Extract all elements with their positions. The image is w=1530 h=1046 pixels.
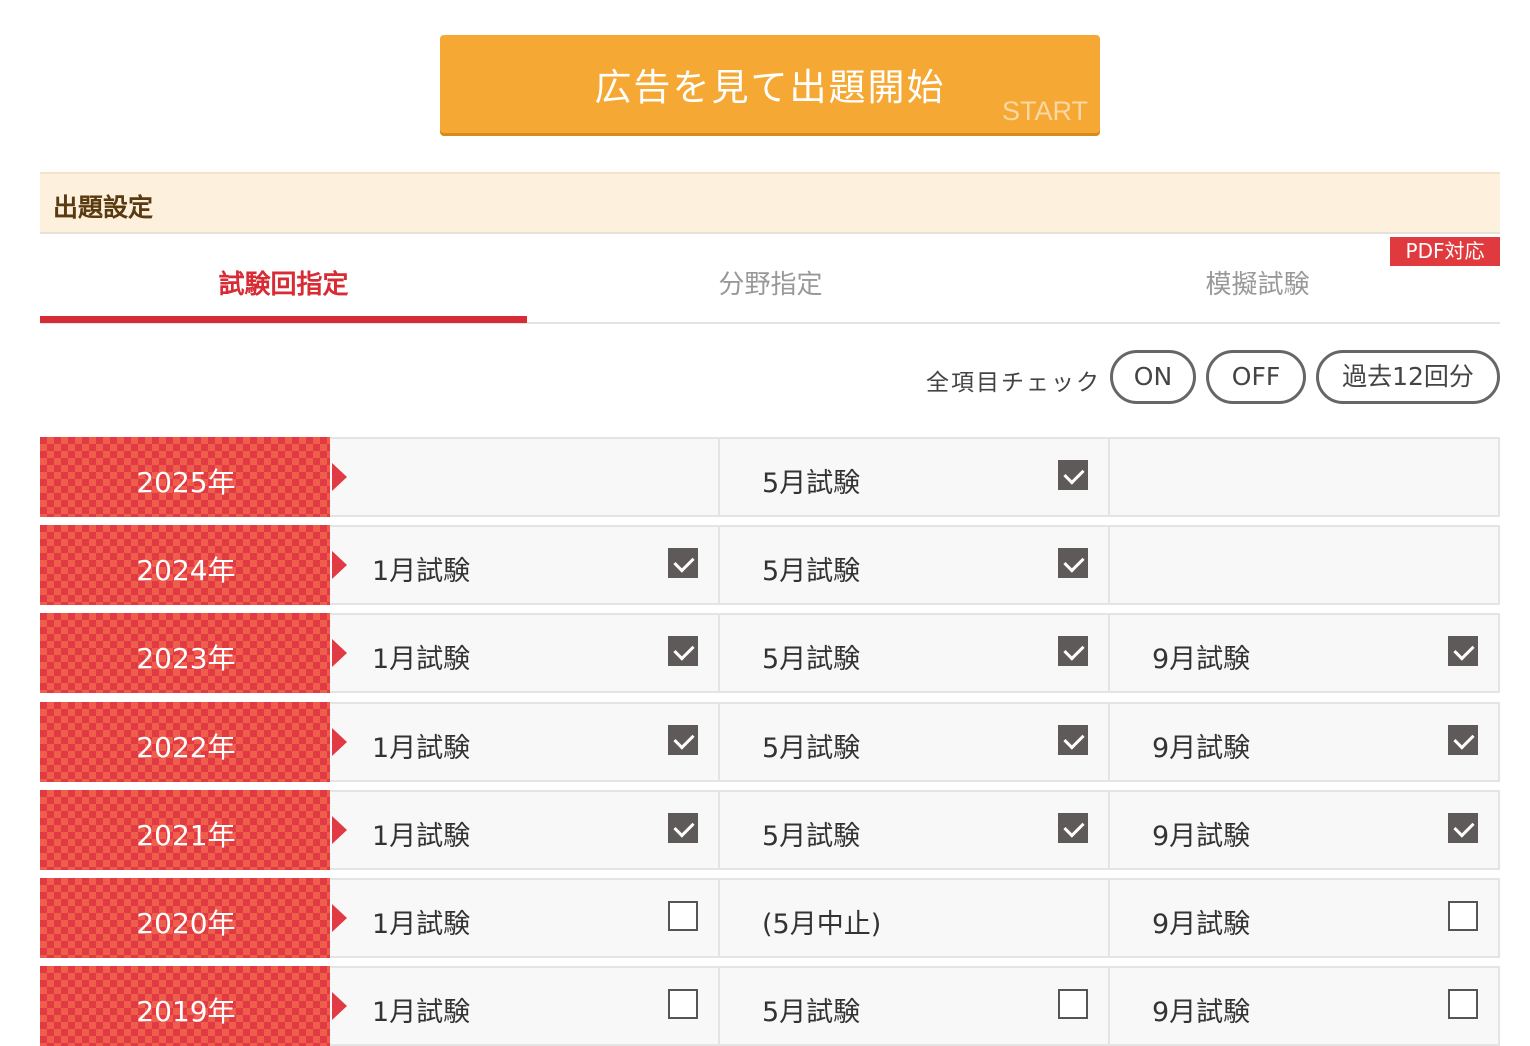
exam-cell: (5月中止)	[718, 878, 1110, 958]
exam-label: 5月試験	[762, 556, 861, 587]
check-all-label: 全項目チェック	[926, 370, 1101, 396]
exam-cell[interactable]: 5月試験	[718, 702, 1110, 782]
year-label: 2020年	[136, 907, 236, 940]
exam-label: 1月試験	[372, 733, 471, 764]
exam-cell[interactable]: 9月試験	[1108, 702, 1500, 782]
year-label-box: 2023年	[40, 613, 332, 693]
exam-cell[interactable]: 9月試験	[1108, 878, 1500, 958]
tab-exam-session-label: 試験回指定	[218, 270, 349, 300]
exam-label: 5月試験	[762, 733, 861, 764]
exam-row: 2021年 1月試験 5月試験 9月試験	[40, 790, 1500, 870]
exam-label: 1月試験	[372, 821, 471, 852]
year-arrow-icon	[332, 816, 347, 844]
year-label-box: 2025年	[40, 437, 332, 517]
exam-cell[interactable]: 1月試験	[330, 613, 720, 693]
exam-cell[interactable]: 1月試験	[330, 790, 720, 870]
year-label: 2022年	[136, 731, 236, 764]
exam-cell	[330, 437, 720, 517]
exam-label: 9月試験	[1152, 821, 1251, 852]
exam-checkbox[interactable]	[1448, 813, 1478, 843]
year-arrow-icon	[332, 728, 347, 756]
exam-row: 2020年 1月試験 (5月中止) 9月試験	[40, 878, 1500, 958]
year-label-box: 2022年	[40, 702, 332, 782]
year-label: 2021年	[136, 819, 236, 852]
exam-label: (5月中止)	[762, 909, 882, 940]
exam-label: 1月試験	[372, 909, 471, 940]
exam-label: 1月試験	[372, 997, 471, 1028]
exam-label: 9月試験	[1152, 909, 1251, 940]
exam-checkbox[interactable]	[1448, 901, 1478, 931]
exam-checkbox[interactable]	[1058, 548, 1088, 578]
exam-cell[interactable]: 5月試験	[718, 790, 1110, 870]
exam-label: 1月試験	[372, 644, 471, 675]
year-arrow-icon	[332, 551, 347, 579]
exam-checkbox[interactable]	[1058, 725, 1088, 755]
exam-label: 5月試験	[762, 468, 861, 499]
exam-checkbox[interactable]	[1448, 989, 1478, 1019]
year-label: 2019年	[136, 995, 236, 1028]
year-arrow-icon	[332, 639, 347, 667]
exam-checkbox[interactable]	[1448, 636, 1478, 666]
exam-row: 2019年 1月試験 5月試験 9月試験	[40, 966, 1500, 1046]
year-label: 2025年	[136, 466, 236, 499]
exam-label: 1月試験	[372, 556, 471, 587]
exam-label: 9月試験	[1152, 733, 1251, 764]
exam-cell[interactable]: 5月試験	[718, 613, 1110, 693]
year-arrow-icon	[332, 992, 347, 1020]
exam-label: 5月試験	[762, 644, 861, 675]
exam-cell[interactable]: 9月試験	[1108, 790, 1500, 870]
tab-exam-session[interactable]: 試験回指定	[40, 236, 527, 323]
exam-cell[interactable]: 9月試験	[1108, 613, 1500, 693]
past-12-button[interactable]: 過去12回分	[1316, 350, 1500, 404]
tab-bar: 試験回指定 分野指定 模擬試験	[40, 236, 1500, 324]
exam-checkbox[interactable]	[668, 636, 698, 666]
exam-checkbox[interactable]	[668, 901, 698, 931]
start-button-sublabel: START	[1001, 96, 1088, 126]
year-label-box: 2020年	[40, 878, 332, 958]
year-label: 2024年	[136, 554, 236, 587]
settings-title: 出題設定	[53, 193, 154, 222]
exam-row: 2023年 1月試験 5月試験 9月試験	[40, 613, 1500, 693]
exam-checkbox[interactable]	[1058, 460, 1088, 490]
pdf-badge: PDF対応	[1390, 237, 1500, 266]
exam-cell	[1108, 437, 1500, 517]
exam-label: 9月試験	[1152, 644, 1251, 675]
exam-checkbox[interactable]	[668, 813, 698, 843]
exam-cell[interactable]: 1月試験	[330, 702, 720, 782]
exam-cell[interactable]: 9月試験	[1108, 966, 1500, 1046]
year-label: 2023年	[136, 642, 236, 675]
exam-cell[interactable]: 1月試験	[330, 878, 720, 958]
exam-row: 2025年 5月試験	[40, 437, 1500, 517]
year-arrow-icon	[332, 463, 347, 491]
start-button[interactable]: 広告を見て出題開始 START	[440, 35, 1100, 133]
exam-cell[interactable]: 1月試験	[330, 525, 720, 605]
exam-checkbox[interactable]	[1058, 636, 1088, 666]
settings-header: 出題設定	[40, 172, 1500, 234]
check-all-off-button[interactable]: OFF	[1206, 350, 1306, 404]
year-label-box: 2019年	[40, 966, 332, 1046]
exam-checkbox[interactable]	[1058, 989, 1088, 1019]
year-label-box: 2021年	[40, 790, 332, 870]
exam-row: 2022年 1月試験 5月試験 9月試験	[40, 702, 1500, 782]
exam-checkbox[interactable]	[1448, 725, 1478, 755]
exam-label: 5月試験	[762, 821, 861, 852]
exam-cell[interactable]: 5月試験	[718, 525, 1110, 605]
tab-field[interactable]: 分野指定	[527, 236, 1014, 322]
year-arrow-icon	[332, 904, 347, 932]
exam-cell[interactable]: 5月試験	[718, 437, 1110, 517]
tab-field-label: 分野指定	[718, 270, 823, 300]
exam-checkbox[interactable]	[1058, 813, 1088, 843]
exam-cell	[1108, 525, 1500, 605]
exam-row: 2024年 1月試験 5月試験	[40, 525, 1500, 605]
exam-label: 5月試験	[762, 997, 861, 1028]
exam-cell[interactable]: 5月試験	[718, 966, 1110, 1046]
exam-checkbox[interactable]	[668, 725, 698, 755]
exam-checkbox[interactable]	[668, 989, 698, 1019]
exam-cell[interactable]: 1月試験	[330, 966, 720, 1046]
exam-checkbox[interactable]	[668, 548, 698, 578]
year-label-box: 2024年	[40, 525, 332, 605]
check-all-on-button[interactable]: ON	[1110, 350, 1196, 404]
exam-label: 9月試験	[1152, 997, 1251, 1028]
